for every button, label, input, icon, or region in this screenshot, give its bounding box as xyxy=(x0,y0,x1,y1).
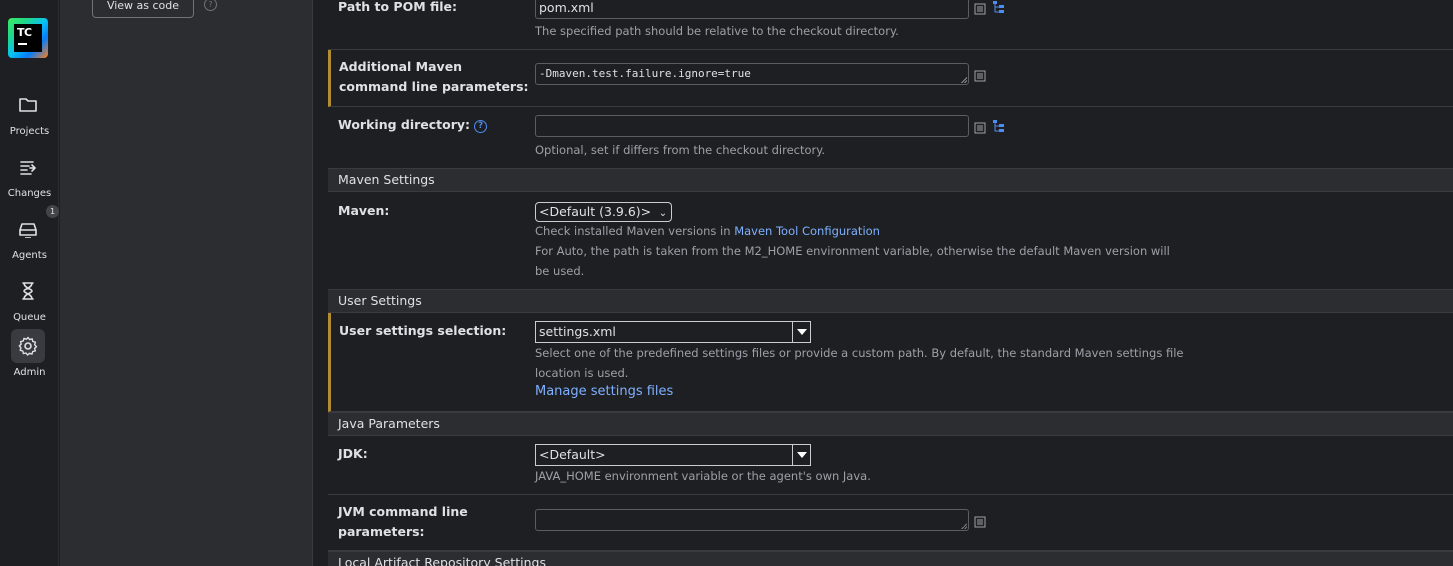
section-title: Maven Settings xyxy=(338,172,435,187)
additional-params-label-1: Additional Maven xyxy=(339,59,463,74)
additional-params-input[interactable]: -Dmaven.test.failure.ignore=true xyxy=(535,63,969,85)
additional-params-label-2: command line parameters: xyxy=(339,79,529,94)
maven-version-row: Maven: <Default (3.9.6)> ⌄ Check install… xyxy=(328,192,1453,290)
user-settings-hint-2: location is used. xyxy=(535,366,629,380)
jdk-row: JDK: <Default> JAVA_HOME environment var… xyxy=(328,436,1453,495)
user-settings-section: User Settings xyxy=(328,289,1453,313)
local-repo-section: Local Artifact Repository Settings xyxy=(328,551,1453,566)
section-title: User Settings xyxy=(338,293,422,308)
text-edit-icon[interactable] xyxy=(974,119,988,134)
jdk-select[interactable]: <Default> xyxy=(535,444,811,466)
nav-label-projects: Projects xyxy=(9,126,50,137)
nav-label-admin: Admin xyxy=(13,367,46,378)
jvm-label-2: parameters: xyxy=(338,524,425,539)
working-dir-label-text: Working directory: xyxy=(338,117,471,132)
help-icon[interactable]: ? xyxy=(204,0,217,11)
changes-icon xyxy=(11,150,45,184)
working-dir-input[interactable] xyxy=(535,115,969,137)
folder-icon xyxy=(11,88,45,122)
maven-hint-3: be used. xyxy=(535,264,585,278)
section-title: Java Parameters xyxy=(338,416,440,431)
working-dir-label: Working directory:? xyxy=(338,115,488,135)
teamcity-logo[interactable]: TC xyxy=(8,18,48,58)
nav-item-queue[interactable]: Queue xyxy=(0,274,59,330)
maven-hint-1: Check installed Maven versions in Maven … xyxy=(535,221,1185,241)
maven-hint-prefix: Check installed Maven versions in xyxy=(535,224,735,238)
jvm-params-input[interactable] xyxy=(535,509,969,531)
text-edit-icon[interactable] xyxy=(974,67,988,82)
user-settings-select[interactable]: settings.xml xyxy=(535,321,811,343)
nav-item-admin[interactable]: Admin xyxy=(0,329,59,385)
maven-version-value: <Default (3.9.6)> xyxy=(539,204,652,219)
manage-settings-link[interactable]: Manage settings files xyxy=(535,384,673,399)
text-edit-icon[interactable] xyxy=(974,513,988,528)
text-edit-icon[interactable] xyxy=(974,0,988,15)
user-settings-hint-1: Select one of the predefined settings fi… xyxy=(535,346,1184,360)
nav-item-agents[interactable]: 1 Agents xyxy=(0,205,59,268)
pom-path-hint: The specified path should be relative to… xyxy=(535,24,899,38)
working-dir-row: Working directory:? Optional, set if dif… xyxy=(328,107,1453,169)
jdk-value: <Default> xyxy=(539,447,606,462)
logo-text: TC xyxy=(17,26,32,39)
jvm-params-row: JVM command line parameters: xyxy=(328,495,1453,551)
view-as-code-button[interactable]: View as code xyxy=(92,0,194,18)
maven-settings-section: Maven Settings xyxy=(328,168,1453,192)
agents-count-badge: 1 xyxy=(46,205,59,218)
nav-item-projects[interactable]: Projects xyxy=(0,88,59,144)
chevron-down-icon[interactable] xyxy=(792,445,810,465)
nav-label-queue: Queue xyxy=(13,312,46,323)
maven-label: Maven: xyxy=(338,203,390,218)
gear-icon xyxy=(11,329,45,363)
nav-rail: TC Projects Changes 1 Agents Queue Admin xyxy=(0,0,59,566)
user-settings-row: User settings selection: settings.xml Se… xyxy=(328,313,1453,412)
pom-path-row: Path to POM file: pom.xml The specified … xyxy=(328,0,1453,50)
hourglass-icon xyxy=(11,274,45,308)
settings-sidebar: View as code ? xyxy=(60,0,313,566)
working-dir-hint: Optional, set if differs from the checko… xyxy=(535,143,826,157)
maven-hint-2: For Auto, the path is taken from the M2_… xyxy=(535,244,1170,258)
pom-path-input[interactable]: pom.xml xyxy=(535,0,969,19)
user-settings-value: settings.xml xyxy=(539,324,616,339)
user-settings-label: User settings selection: xyxy=(339,323,507,338)
section-title: Local Artifact Repository Settings xyxy=(338,555,546,566)
jdk-hint: JAVA_HOME environment variable or the ag… xyxy=(535,469,871,483)
nav-item-changes[interactable]: Changes xyxy=(0,150,59,206)
nav-label-agents: Agents xyxy=(12,250,47,261)
chevron-down-icon[interactable] xyxy=(792,322,810,342)
jdk-label: JDK: xyxy=(338,446,368,461)
nav-label-changes: Changes xyxy=(7,188,52,199)
agents-icon: 1 xyxy=(11,205,59,246)
additional-params-row: Additional Maven command line parameters… xyxy=(328,50,1453,107)
maven-version-select[interactable]: <Default (3.9.6)> ⌄ xyxy=(535,202,673,222)
java-params-section: Java Parameters xyxy=(328,412,1453,436)
file-tree-icon[interactable] xyxy=(992,118,1006,132)
pom-path-label: Path to POM file: xyxy=(338,0,458,14)
build-step-form: Path to POM file: pom.xml The specified … xyxy=(328,0,1453,566)
file-tree-icon[interactable] xyxy=(992,0,1006,13)
maven-tool-config-link[interactable]: Maven Tool Configuration xyxy=(734,224,880,238)
jvm-label-1: JVM command line xyxy=(338,504,468,519)
help-icon[interactable]: ? xyxy=(474,120,488,133)
